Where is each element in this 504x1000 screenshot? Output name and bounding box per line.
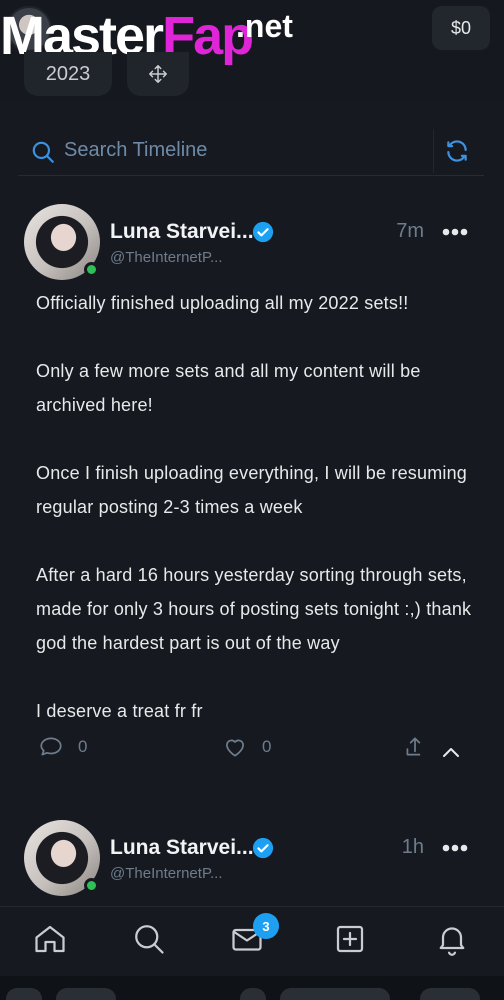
app-screen: MasterFap .net $0 2023 Luna Starvei... xyxy=(0,0,504,1000)
comment-icon xyxy=(40,737,62,756)
verified-badge-icon xyxy=(252,221,274,243)
post-paragraph: I deserve a treat fr fr xyxy=(36,701,203,721)
author-name[interactable]: Luna Starvei... xyxy=(110,220,254,244)
post-paragraph: Officially finished uploading all my 202… xyxy=(36,293,409,313)
year-filter-chip[interactable]: 2023 xyxy=(24,52,112,96)
like-button[interactable]: 0 xyxy=(222,734,271,760)
nav-messages[interactable]: 3 xyxy=(229,913,279,961)
cropped-shape xyxy=(420,988,480,1000)
online-status-indicator xyxy=(84,878,99,893)
add-post-icon xyxy=(336,925,364,953)
like-count: 0 xyxy=(262,737,272,756)
timeline-post: Luna Starvei... @TheInternetP... 7m Offi… xyxy=(0,200,504,784)
author-handle[interactable]: @TheInternetP... xyxy=(110,249,223,266)
comment-button[interactable]: 0 xyxy=(38,734,87,760)
search-input[interactable] xyxy=(18,126,427,175)
chevron-up-icon xyxy=(443,748,459,757)
post-timestamp: 1h xyxy=(401,836,424,858)
comment-count: 0 xyxy=(78,737,88,756)
search-icon xyxy=(32,141,54,163)
nav-home[interactable] xyxy=(32,921,72,961)
bottom-navigation: 3 xyxy=(0,906,504,976)
timeline-post: Luna Starvei... @TheInternetP... 1h xyxy=(0,816,504,906)
search-field-wrap xyxy=(18,126,427,175)
refresh-icon[interactable] xyxy=(444,138,470,164)
search-divider xyxy=(433,128,434,173)
cropped-bottom-strip xyxy=(0,976,504,1000)
more-options-icon[interactable] xyxy=(442,844,468,852)
timeline-search-bar xyxy=(18,126,484,176)
reorder-chip[interactable] xyxy=(127,52,189,96)
author-name[interactable]: Luna Starvei... xyxy=(110,836,254,860)
search-icon xyxy=(135,925,164,954)
post-body: Officially finished uploading all my 202… xyxy=(36,286,484,728)
notifications-icon xyxy=(439,927,465,956)
online-status-indicator xyxy=(84,262,99,277)
home-icon xyxy=(35,925,65,953)
watermark-suffix: .net xyxy=(236,8,293,44)
move-arrows-icon xyxy=(149,65,167,83)
wallet-balance-button[interactable]: $0 xyxy=(432,6,490,50)
post-actions: 0 0 xyxy=(0,722,504,784)
post-paragraph: Once I finish uploading everything, I wi… xyxy=(36,463,468,517)
nav-add-post[interactable] xyxy=(332,921,372,961)
post-paragraph: After a hard 16 hours yesterday sorting … xyxy=(36,565,472,653)
heart-icon xyxy=(226,739,244,757)
nav-notifications[interactable] xyxy=(434,921,474,961)
scroll-to-top-button[interactable] xyxy=(420,722,482,784)
cropped-shape xyxy=(240,988,266,1000)
cropped-shape xyxy=(6,988,42,1000)
messages-badge: 3 xyxy=(253,913,279,939)
more-options-icon[interactable] xyxy=(442,228,468,236)
post-timestamp: 7m xyxy=(396,220,424,242)
verified-badge-icon xyxy=(252,837,274,859)
top-bar: MasterFap .net $0 2023 xyxy=(0,0,504,100)
nav-search[interactable] xyxy=(131,921,171,961)
cropped-shape xyxy=(56,988,116,1000)
author-handle[interactable]: @TheInternetP... xyxy=(110,865,223,882)
post-paragraph: Only a few more sets and all my content … xyxy=(36,361,421,415)
cropped-shape xyxy=(280,988,390,1000)
